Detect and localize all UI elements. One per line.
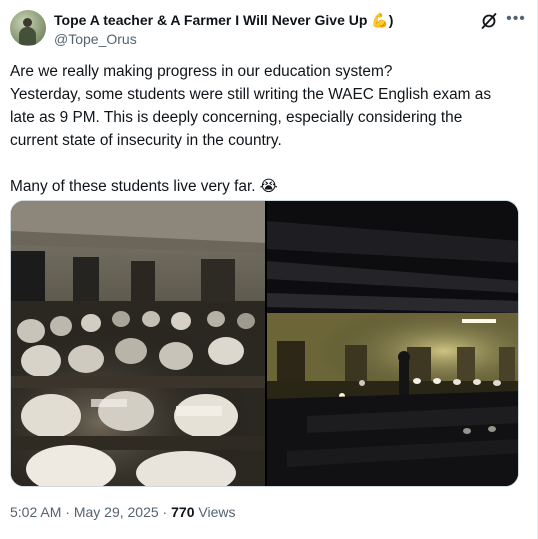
display-name-text[interactable]: Tope A teacher & A Farmer I Will Never G… (54, 12, 367, 28)
avatar-figure-body (19, 27, 36, 45)
display-name[interactable]: Tope A teacher & A Farmer I Will Never G… (54, 11, 393, 30)
photo-exam-hall-students-image (11, 201, 265, 486)
tweet-meta: 5:02 AM · May 29, 2025 · 770 Views (10, 504, 235, 520)
tweet-text: Are we really making progress in our edu… (10, 60, 515, 198)
photo-dark-classroom[interactable] (267, 201, 518, 486)
avatar[interactable] (10, 10, 46, 46)
meta-separator: · (61, 504, 74, 520)
photo-dark-classroom-image (267, 201, 518, 486)
crying-face-emoji: 😭 (259, 177, 278, 195)
tweet-line-3: late as 9 PM. This is deeply concerning,… (10, 109, 463, 126)
tweet-time[interactable]: 5:02 AM (10, 504, 61, 520)
flexed-biceps-emoji: 💪 (371, 13, 389, 29)
author-handle[interactable]: @Tope_Orus (54, 30, 393, 48)
author-names: Tope A teacher & A Farmer I Will Never G… (54, 11, 393, 48)
tweet-header: Tope A teacher & A Farmer I Will Never G… (10, 10, 528, 48)
tweet-card: Tope A teacher & A Farmer I Will Never G… (0, 0, 538, 539)
views-label: Views (198, 504, 236, 520)
tweet-media (10, 200, 519, 487)
more-options-icon[interactable]: ••• (506, 11, 526, 30)
display-name-suffix: ) (388, 12, 394, 28)
tweet-line-5: Many of these students live very far. 😭 (10, 175, 515, 198)
tweet-line-5-text: Many of these students live very far. (10, 178, 256, 195)
grok-icon[interactable] (480, 12, 498, 30)
avatar-figure-head (23, 18, 32, 27)
tweet-line-4: current state of insecurity in the count… (10, 132, 282, 149)
tweet-line-2: Yesterday, some students were still writ… (10, 86, 492, 103)
photo-exam-hall-students[interactable] (11, 201, 265, 486)
views-count: 770 (171, 504, 195, 520)
tweet-line-1: Are we really making progress in our edu… (10, 63, 393, 80)
tweet-date[interactable]: May 29, 2025 (74, 504, 159, 520)
meta-separator-2: · (158, 504, 172, 520)
